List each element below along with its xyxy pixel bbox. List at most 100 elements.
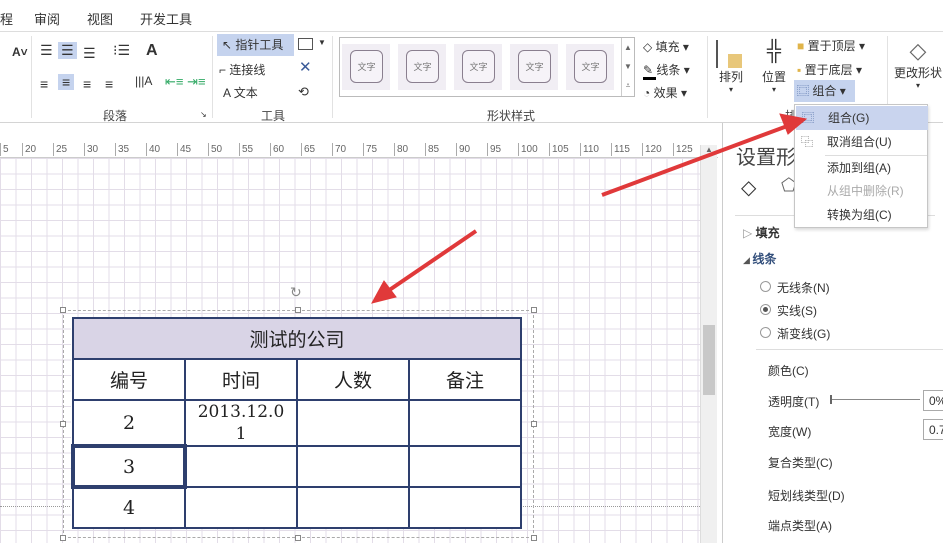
company-table[interactable]: 测试的公司 编号 时间 人数 备注 2 2013.12.01 3 4: [71, 317, 522, 529]
style-tile[interactable]: 文字: [566, 44, 614, 90]
ruler-tick-label: 35: [115, 143, 129, 156]
send-back-icon: ▪: [797, 63, 805, 77]
no-line-label: 无线条(N): [777, 281, 830, 295]
menu-item-group[interactable]: ⿴组合(G): [796, 106, 928, 130]
text-spacing-icon[interactable]: |||A: [135, 74, 152, 88]
table-cell[interactable]: 4: [72, 486, 186, 529]
tab-process[interactable]: 程: [0, 9, 13, 28]
group-icon: ⿴: [802, 111, 815, 125]
rotate-shape-icon[interactable]: ⟲: [298, 84, 309, 100]
header-cell[interactable]: 备注: [408, 358, 522, 401]
font-size-icon[interactable]: A˅: [12, 45, 28, 59]
group-button[interactable]: ⿴ 组合 ▾: [794, 80, 855, 102]
fill-button[interactable]: ◇ 填充 ▾: [643, 38, 689, 55]
ruler-tick-label: 5: [0, 143, 9, 156]
table-title[interactable]: 测试的公司: [72, 317, 522, 360]
dialog-launcher-icon[interactable]: ↘: [200, 110, 207, 119]
connector-button[interactable]: ⌐ 连接线: [219, 61, 265, 78]
align-center-icon[interactable]: ≡: [58, 74, 75, 90]
table-cell[interactable]: 2: [72, 399, 186, 447]
gradient-line-label: 渐变线(G): [777, 327, 831, 341]
align-middle-icon[interactable]: ☰: [58, 42, 77, 59]
tab-review[interactable]: 审阅: [34, 9, 60, 28]
solid-line-radio[interactable]: [760, 304, 771, 315]
delete-icon[interactable]: ✕: [299, 58, 312, 76]
chevron-down-icon[interactable]: ▼: [318, 38, 326, 47]
no-line-radio[interactable]: [760, 281, 771, 292]
effect-button[interactable]: ◔ 效果 ▾: [643, 84, 687, 101]
menu-item-remove-from-group: 从组中删除(R): [827, 184, 904, 198]
table-cell[interactable]: [408, 399, 522, 447]
vertical-scrollbar[interactable]: ▲: [700, 145, 717, 543]
ruler-tick-label: 25: [53, 143, 67, 156]
indent-icons[interactable]: ⇤≡ ⇥≡: [165, 74, 206, 90]
table-cell[interactable]: 3: [71, 444, 187, 489]
rotate-handle-icon[interactable]: ↻: [290, 284, 302, 301]
position-button[interactable]: ╬ 位置 ▾: [759, 40, 789, 94]
style-tile[interactable]: 文字: [454, 44, 502, 90]
width-label: 宽度(W): [768, 425, 812, 439]
table-cell[interactable]: [296, 445, 410, 488]
resize-handle[interactable]: [295, 307, 301, 313]
fill-line-tab-icon[interactable]: ◇: [741, 175, 756, 200]
table-cell[interactable]: [296, 399, 410, 447]
arrange-button[interactable]: 排列 ▾: [716, 40, 746, 94]
pointer-tool-button[interactable]: ↖ 指针工具: [217, 34, 294, 56]
dash-type-label[interactable]: 短划线类型(D): [768, 487, 845, 504]
align-bottom-icon[interactable]: ☰: [83, 45, 96, 62]
line-section-toggle[interactable]: ◢ 线条: [743, 250, 776, 267]
style-tile[interactable]: 文字: [510, 44, 558, 90]
transparency-input[interactable]: 0%: [923, 390, 943, 411]
send-to-back-button[interactable]: ▪ 置于底层 ▾: [797, 61, 862, 78]
gradient-line-radio[interactable]: [760, 327, 771, 338]
resize-handle[interactable]: [295, 535, 301, 541]
fill-section-toggle[interactable]: ▷ 填充: [743, 224, 780, 241]
resize-handle[interactable]: [60, 421, 66, 427]
gallery-scroll[interactable]: ▲ ▼ ⩡: [621, 38, 634, 96]
resize-handle[interactable]: [60, 307, 66, 313]
table-cell[interactable]: [184, 445, 298, 488]
menu-item-convert-to-group[interactable]: 转换为组(C): [795, 203, 927, 227]
rectangle-icon[interactable]: [298, 38, 313, 50]
justify-icon[interactable]: ≡: [105, 76, 113, 92]
resize-handle[interactable]: [531, 421, 537, 427]
align-right-icon[interactable]: ≡: [83, 76, 91, 92]
table-cell[interactable]: [184, 486, 298, 529]
cap-type-label[interactable]: 端点类型(A): [768, 517, 832, 534]
tab-developer[interactable]: 开发工具: [140, 9, 192, 28]
table-cell[interactable]: 2013.12.01: [184, 399, 298, 447]
bring-front-icon: ■: [797, 39, 808, 53]
resize-handle[interactable]: [60, 535, 66, 541]
width-input[interactable]: 0.7: [923, 419, 943, 440]
table-cell[interactable]: [408, 445, 522, 488]
text-tool-button[interactable]: A 文本: [223, 84, 258, 101]
bullets-icon[interactable]: ⁝☰: [113, 42, 130, 59]
group-dropdown-menu: ⿴组合(G) ⿻取消组合(U) 添加到组(A) 从组中删除(R) 转换为组(C): [794, 104, 928, 228]
menu-item-add-to-group[interactable]: 添加到组(A): [795, 156, 927, 180]
compound-type-label[interactable]: 复合类型(C): [768, 454, 833, 471]
resize-handle[interactable]: [531, 307, 537, 313]
line-button[interactable]: ✎ 线条 ▾: [643, 61, 690, 80]
menu-item-ungroup[interactable]: ⿻取消组合(U): [795, 130, 927, 154]
style-tile[interactable]: 文字: [398, 44, 446, 90]
scroll-thumb[interactable]: [703, 325, 715, 395]
align-left-icon[interactable]: ≡: [40, 76, 48, 92]
style-tile[interactable]: 文字: [342, 44, 390, 90]
table-cell[interactable]: [296, 486, 410, 529]
ruler-tick-label: 30: [84, 143, 98, 156]
table-cell[interactable]: [408, 486, 522, 529]
text-direction-icon[interactable]: A: [146, 42, 158, 60]
header-cell[interactable]: 时间: [184, 358, 298, 401]
change-shape-button[interactable]: ◇ 更改形状 ▾: [894, 38, 942, 90]
ruler-tick-label: 105: [549, 143, 569, 156]
tab-view[interactable]: 视图: [87, 9, 113, 28]
caret-right-icon: ▷: [743, 226, 756, 240]
header-cell[interactable]: 编号: [72, 358, 186, 401]
align-top-icon[interactable]: ☰: [40, 42, 53, 59]
ungroup-icon: ⿻: [801, 135, 814, 149]
ruler-tick-label: 45: [177, 143, 191, 156]
transparency-slider[interactable]: [830, 395, 920, 404]
resize-handle[interactable]: [531, 535, 537, 541]
header-cell[interactable]: 人数: [296, 358, 410, 401]
bring-to-front-button[interactable]: ■ 置于顶层 ▾: [797, 37, 865, 54]
